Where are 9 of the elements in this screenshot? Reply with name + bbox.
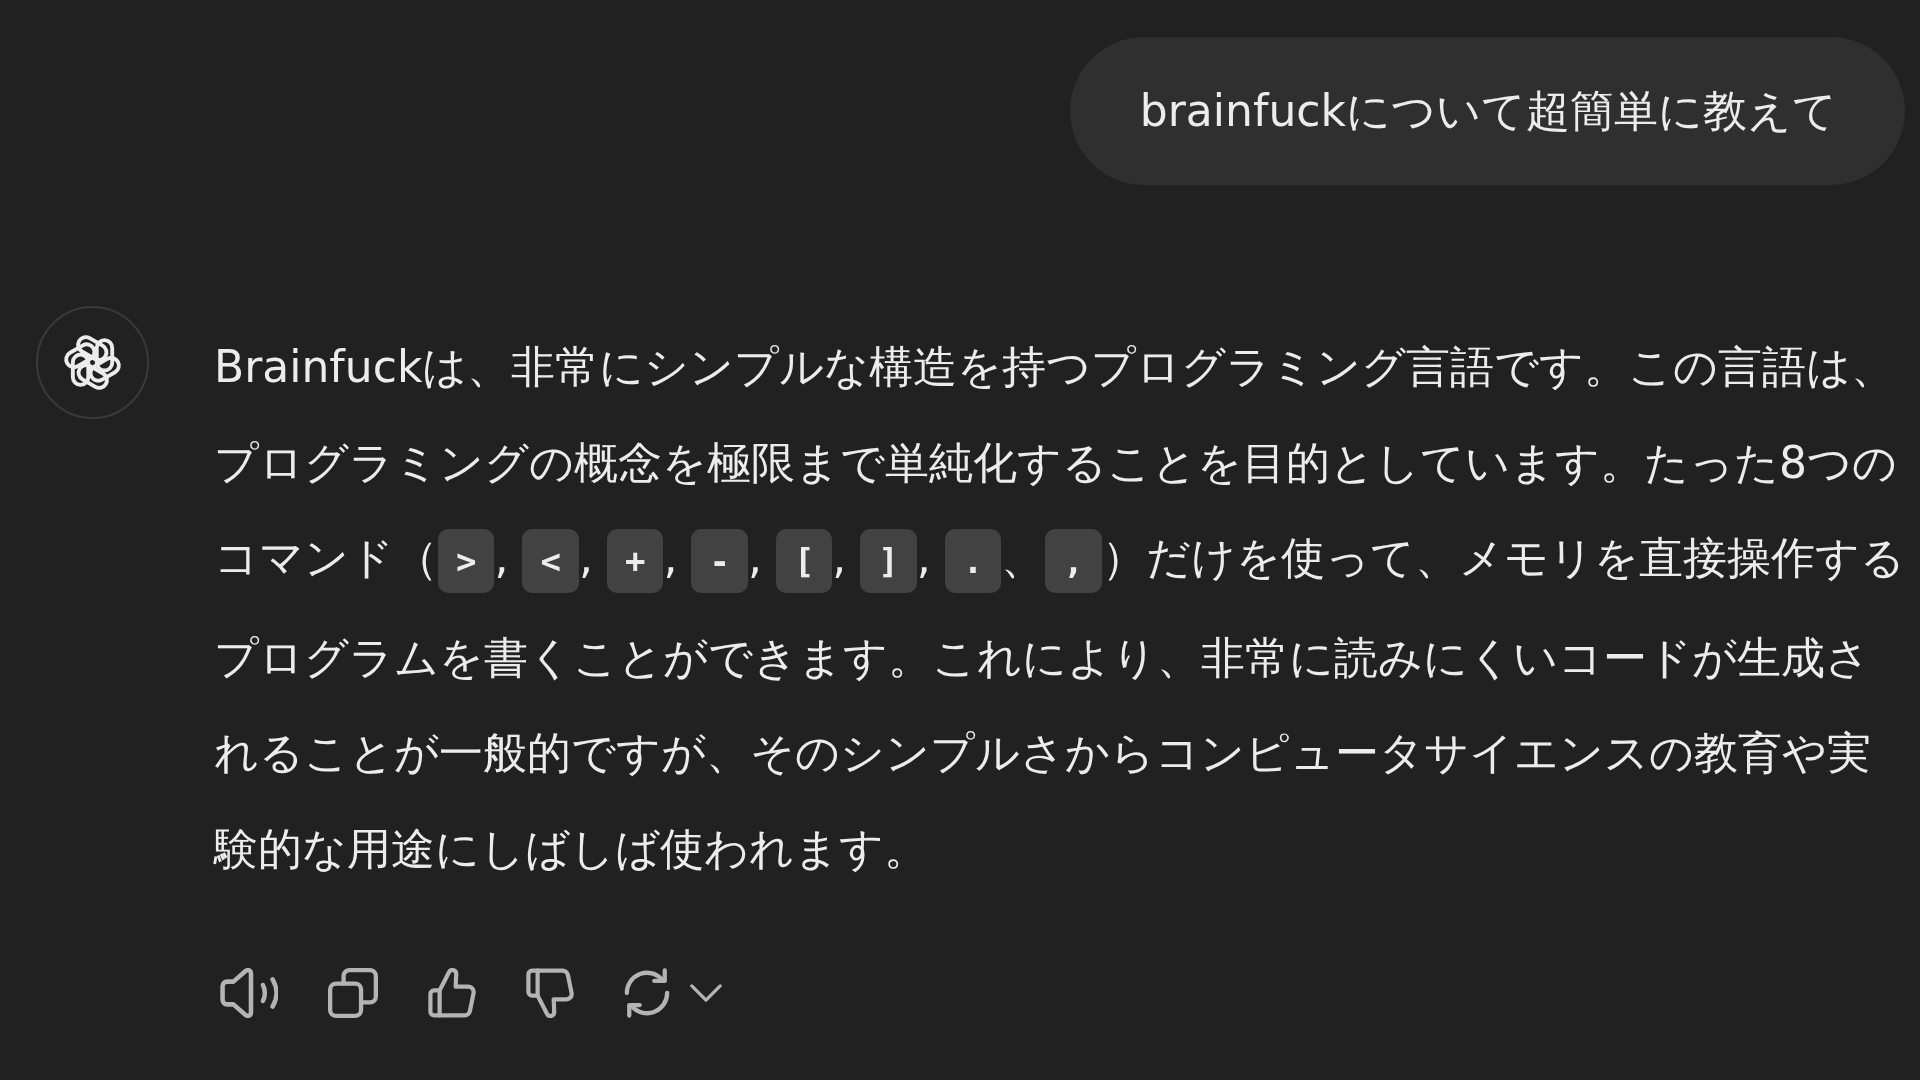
answer-paragraph: Brainfuckは、非常にシンプルな構造を持つプログラミング言語です。この言語は、プログラミングの概念を極限まで単純化することを目的としています。たった8つのコマンド（ > , < , + , - , [ , ] , . 、 , ）だけを使って、メモリを直接操作するプログラムを書くことができます。これにより、非常に読みにくいコードが生成されることが一般的ですが、そのシンプルさからコンピュータサイエンスの教育や実験的な用途にしばしば使われます。 [214, 340, 1906, 876]
thumbs-down-icon [526, 968, 574, 1018]
speaker-icon [220, 968, 278, 1018]
copy-icon [328, 968, 378, 1018]
caret-icon [690, 984, 722, 1002]
avatar-icon [36, 306, 149, 419]
refresh-icon [624, 968, 670, 1018]
user-message-bubble: brainfuckについて超簡単に教えて [1069, 37, 1905, 185]
thumbs-up-icon [428, 968, 476, 1018]
